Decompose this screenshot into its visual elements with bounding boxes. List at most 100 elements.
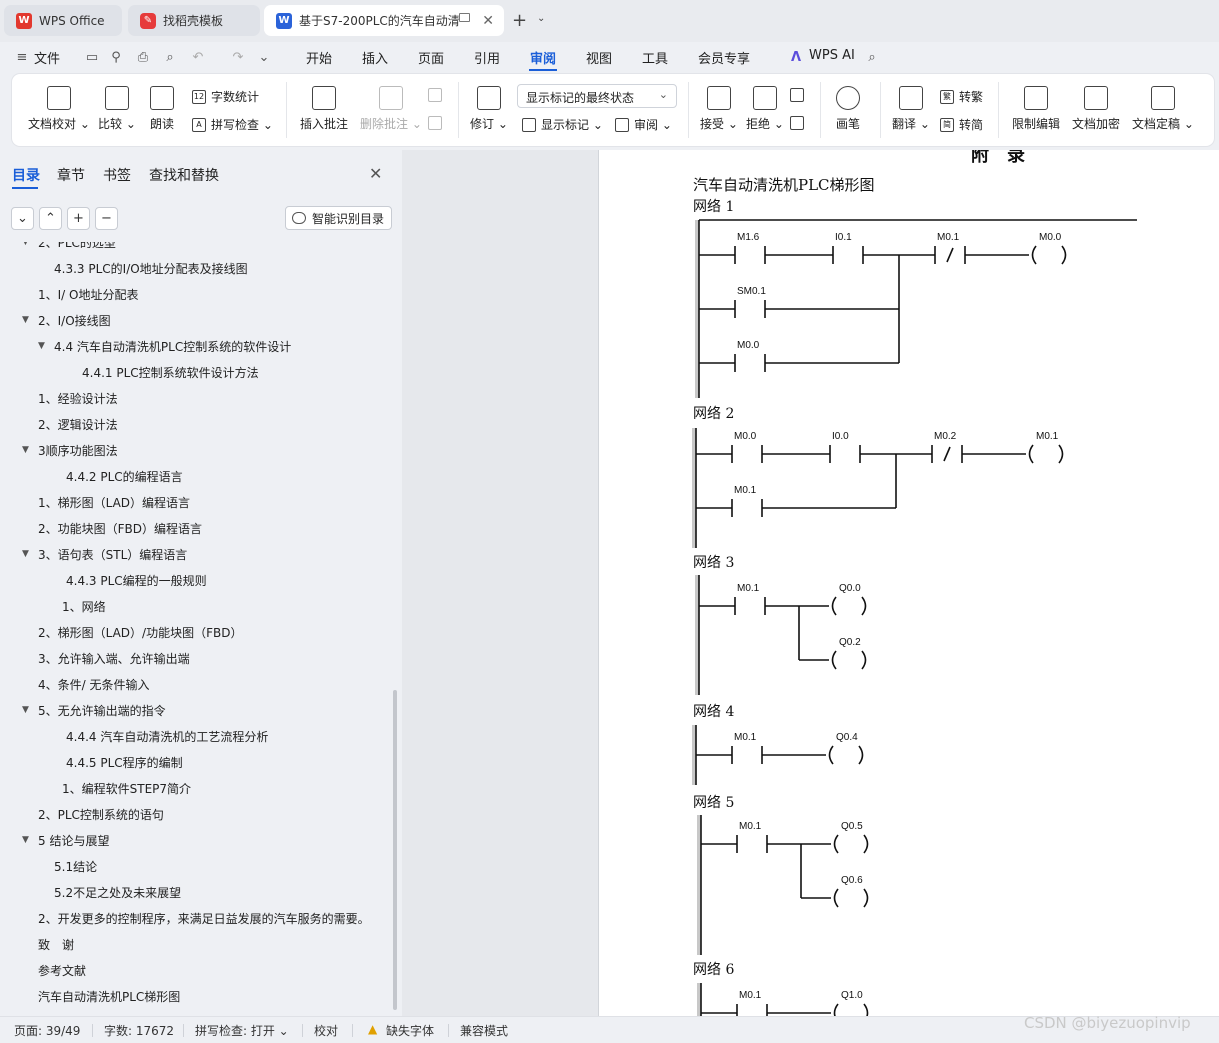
smart-toc-button[interactable]: 智能识别目录 bbox=[285, 206, 393, 230]
toc-expand-arrow[interactable]: ▼ bbox=[22, 242, 29, 247]
pen-button[interactable]: 画笔 bbox=[836, 86, 860, 132]
monitor-icon[interactable] bbox=[459, 13, 470, 22]
menu-member[interactable]: 会员专享 bbox=[698, 48, 750, 67]
tab-find-replace[interactable]: 查找和替换 bbox=[149, 165, 219, 185]
translate-button[interactable]: 翻译 ⌄ bbox=[892, 86, 930, 132]
tab-current-document[interactable]: W 基于S7-200PLC的汽车自动清 ✕ bbox=[264, 5, 504, 36]
reject-button[interactable]: 拒绝 ⌄ bbox=[746, 86, 784, 132]
toc-item[interactable]: 2、PLC的选型 bbox=[38, 242, 116, 254]
tab-toc[interactable]: 目录 bbox=[12, 165, 40, 185]
to-simplified-button[interactable]: 简 转简 bbox=[940, 116, 983, 133]
toc-item[interactable]: 4.4.2 PLC的编程语言 bbox=[66, 468, 183, 488]
toc-item[interactable]: 4.4 汽车自动清洗机PLC控制系统的软件设计 bbox=[54, 338, 291, 358]
toc-item[interactable]: 4.4.4 汽车自动清洗机的工艺流程分析 bbox=[66, 728, 268, 748]
proofread-button[interactable]: 文档校对 ⌄ bbox=[28, 86, 90, 132]
prev-comment-button[interactable] bbox=[428, 88, 447, 102]
toc-expand-arrow[interactable]: ▼ bbox=[22, 705, 29, 715]
undo-icon[interactable]: ↶ bbox=[190, 49, 206, 65]
menu-tools[interactable]: 工具 bbox=[642, 48, 668, 67]
toc-scrollbar[interactable] bbox=[393, 690, 397, 1010]
toc-item[interactable]: 2、PLC控制系统的语句 bbox=[38, 806, 164, 826]
toc-item[interactable]: 1、经验设计法 bbox=[38, 390, 118, 410]
word-count-indicator[interactable]: 字数: 17672 bbox=[104, 1022, 174, 1039]
read-aloud-button[interactable]: 朗读 bbox=[150, 86, 174, 132]
toc-expand-arrow[interactable]: ▼ bbox=[22, 835, 29, 845]
toc-item[interactable]: 3顺序功能图法 bbox=[38, 442, 118, 462]
delete-comment-button[interactable]: 删除批注 ⌄ bbox=[360, 86, 422, 132]
print-preview-icon[interactable]: ⌕ bbox=[162, 49, 178, 65]
print-icon[interactable]: ⎙ bbox=[135, 49, 151, 65]
toc-item[interactable]: 4.3.3 PLC的I/O地址分配表及接线图 bbox=[54, 260, 248, 280]
toc-item[interactable]: 汽车自动清洗机PLC梯形图 bbox=[38, 988, 180, 1008]
toc-item[interactable]: 2、逻辑设计法 bbox=[38, 416, 118, 436]
menu-insert[interactable]: 插入 bbox=[362, 48, 388, 67]
toc-item[interactable]: 1、编程软件STEP7简介 bbox=[62, 780, 191, 800]
toc-item[interactable]: 5.1结论 bbox=[54, 858, 97, 878]
next-comment-button[interactable] bbox=[428, 116, 447, 130]
review-pane-button[interactable]: 审阅 ⌄ bbox=[615, 116, 672, 133]
menu-review[interactable]: 审阅 bbox=[530, 48, 556, 67]
word-count-button[interactable]: 12 字数统计 bbox=[192, 88, 259, 105]
collapse-all-button[interactable]: ⌃ bbox=[39, 207, 62, 230]
toc-item[interactable]: 4.4.5 PLC程序的编制 bbox=[66, 754, 183, 774]
toc-item[interactable]: 4.4.3 PLC编程的一般规则 bbox=[66, 572, 207, 592]
new-tab-button[interactable]: + bbox=[512, 10, 527, 31]
toc-expand-arrow[interactable]: ▼ bbox=[22, 445, 29, 455]
markup-state-select[interactable]: 显示标记的最终状态 ⌄ bbox=[517, 84, 677, 108]
tab-wps-office[interactable]: W WPS Office bbox=[4, 5, 122, 36]
toc-expand-arrow[interactable]: ▼ bbox=[22, 549, 29, 559]
save-icon[interactable]: ▭ bbox=[84, 49, 100, 65]
expand-all-button[interactable]: ⌄ bbox=[11, 207, 34, 230]
document-page[interactable]: 附 录汽车自动清洗机PLC梯形图 网络 1 M1.6 I0.1 M0.1 M0.0 SM0.… bbox=[598, 150, 1219, 1016]
page-indicator[interactable]: 页面: 39/49 bbox=[14, 1022, 80, 1039]
chevron-down-icon[interactable]: ⌄ bbox=[256, 49, 272, 65]
hamburger-icon[interactable]: ≡ bbox=[14, 49, 30, 65]
remove-heading-button[interactable]: − bbox=[95, 207, 118, 230]
toc-expand-arrow[interactable]: ▼ bbox=[22, 315, 29, 325]
toc-item[interactable]: 2、梯形图（LAD）/功能块图（FBD） bbox=[38, 624, 242, 644]
toc-item[interactable]: 4.4.1 PLC控制系统软件设计方法 bbox=[82, 364, 259, 384]
tab-docer-templates[interactable]: ✎ 找稻壳模板 bbox=[128, 5, 260, 36]
menu-page[interactable]: 页面 bbox=[418, 48, 444, 67]
toc-item[interactable]: 1、网络 bbox=[62, 598, 106, 618]
finalize-button[interactable]: 文档定稿 ⌄ bbox=[1132, 86, 1194, 132]
toc-item[interactable]: 3、语句表（STL）编程语言 bbox=[38, 546, 187, 566]
spell-check-button[interactable]: A 拼写检查 ⌄ bbox=[192, 116, 273, 133]
share-icon[interactable]: ⚲ bbox=[108, 49, 124, 65]
chevron-down-icon[interactable]: ⌄ bbox=[537, 13, 545, 24]
accept-button[interactable]: 接受 ⌄ bbox=[700, 86, 738, 132]
tab-bookmarks[interactable]: 书签 bbox=[103, 165, 131, 185]
show-markup-button[interactable]: 显示标记 ⌄ bbox=[522, 116, 603, 133]
toc-expand-arrow[interactable]: ▼ bbox=[38, 341, 45, 351]
track-changes-button[interactable]: 修订 ⌄ bbox=[470, 86, 508, 132]
search-icon[interactable]: ⌕ bbox=[864, 49, 880, 65]
toc-item[interactable]: 2、I/O接线图 bbox=[38, 312, 111, 332]
tab-chapters[interactable]: 章节 bbox=[57, 165, 85, 185]
menu-file[interactable]: 文件 bbox=[34, 48, 60, 67]
toc-item[interactable]: 5.2不足之处及未来展望 bbox=[54, 884, 181, 904]
insert-comment-button[interactable]: 插入批注 bbox=[300, 86, 348, 132]
toc-item[interactable]: 致 谢 bbox=[38, 936, 74, 956]
toc-item[interactable]: 5 结论与展望 bbox=[38, 832, 109, 852]
menu-view[interactable]: 视图 bbox=[586, 48, 612, 67]
toc-item[interactable]: 参考文献 bbox=[38, 962, 86, 982]
menu-home[interactable]: 开始 bbox=[306, 48, 332, 67]
to-traditional-button[interactable]: 繁 转繁 bbox=[940, 88, 983, 105]
toc-item[interactable]: 2、开发更多的控制程序，来满足日益发展的汽车服务的需要。 bbox=[38, 910, 370, 930]
next-change-button[interactable] bbox=[790, 116, 809, 130]
redo-icon[interactable]: ↷ bbox=[230, 49, 246, 65]
proofread-status[interactable]: 校对 bbox=[314, 1022, 338, 1039]
close-icon[interactable]: ✕ bbox=[482, 13, 494, 29]
missing-font-status[interactable]: 缺失字体 bbox=[386, 1022, 434, 1039]
toc-item[interactable]: 2、功能块图（FBD）编程语言 bbox=[38, 520, 202, 540]
toc-item[interactable]: 1、梯形图（LAD）编程语言 bbox=[38, 494, 190, 514]
encrypt-button[interactable]: 文档加密 bbox=[1072, 86, 1120, 132]
toc-item[interactable]: 4、条件/ 无条件输入 bbox=[38, 676, 150, 696]
add-heading-button[interactable]: + bbox=[67, 207, 90, 230]
wps-ai-icon[interactable]: Ʌ bbox=[788, 49, 804, 65]
restrict-edit-button[interactable]: 限制编辑 bbox=[1012, 86, 1060, 132]
menu-references[interactable]: 引用 bbox=[474, 48, 500, 67]
toc-item[interactable]: 3、允许输入端、允许输出端 bbox=[38, 650, 190, 670]
spell-check-status[interactable]: 拼写检查: 打开 ⌄ bbox=[195, 1022, 289, 1039]
close-icon[interactable]: ✕ bbox=[369, 164, 382, 183]
